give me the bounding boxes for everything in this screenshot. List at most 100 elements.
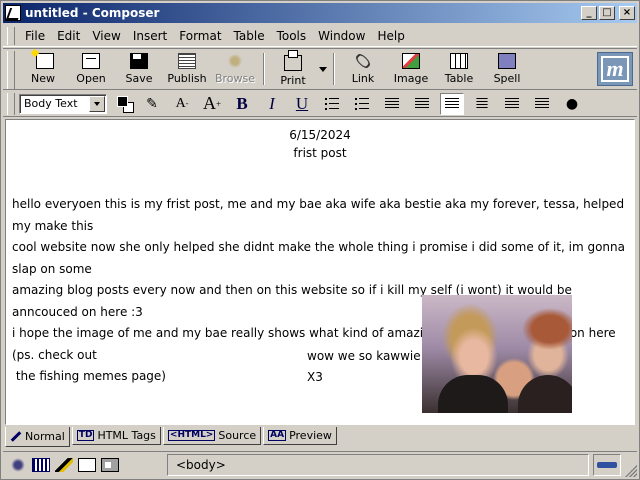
menu-help[interactable]: Help <box>371 29 410 43</box>
paragraph-style-value: Body Text <box>24 97 78 110</box>
post-title: frist post <box>293 146 347 160</box>
tab-preview[interactable]: AA Preview <box>263 427 337 445</box>
resize-grip-icon[interactable] <box>625 465 637 477</box>
text-color-picker[interactable] <box>115 94 137 114</box>
image-label: Image <box>393 72 429 85</box>
text-color-swatch <box>117 95 128 107</box>
align-right-icon <box>505 97 519 110</box>
link-label: Link <box>351 72 375 85</box>
menu-edit[interactable]: Edit <box>51 29 86 43</box>
numbered-list-button[interactable] <box>350 93 374 115</box>
window-title: untitled - Composer <box>25 6 160 20</box>
table-icon <box>450 53 468 69</box>
align-left-icon <box>445 97 459 110</box>
align-left-button[interactable] <box>440 92 464 115</box>
bullet-list-button[interactable] <box>320 93 344 115</box>
mail-icon[interactable] <box>32 458 50 472</box>
decrease-font-size-icon[interactable]: A- <box>170 93 194 115</box>
link-button[interactable]: Link <box>339 49 387 89</box>
image-button[interactable]: Image <box>387 49 435 89</box>
align-right-button[interactable] <box>500 93 524 115</box>
document-body[interactable]: 6/15/2024 frist post hello everyoen this… <box>6 120 634 424</box>
publish-label: Publish <box>167 72 207 85</box>
print-button[interactable]: Print <box>269 49 317 89</box>
menu-tools[interactable]: Tools <box>271 29 313 43</box>
indent-icon <box>415 97 429 110</box>
menu-insert[interactable]: Insert <box>127 29 173 43</box>
td-tag-icon: TD <box>76 430 95 441</box>
photo-caption: wow we so kawwie <box>307 349 421 363</box>
indent-button[interactable] <box>410 93 434 115</box>
increase-font-size-icon[interactable]: A + <box>200 93 224 115</box>
menu-bar: File Edit View Insert Format Table Tools… <box>3 25 637 47</box>
menu-file[interactable]: File <box>19 29 51 43</box>
format-toolbar: Body Text ✎ A- A + B I U ● <box>3 91 637 117</box>
tab-preview-label: Preview <box>289 429 332 442</box>
editing-area[interactable]: 6/15/2024 frist post hello everyoen this… <box>5 119 635 425</box>
browse-button[interactable]: Browse <box>211 49 259 89</box>
justify-icon <box>535 97 549 110</box>
status-bar: <body> <box>3 451 637 478</box>
spell-button[interactable]: Spell <box>483 49 531 89</box>
menubar-grip[interactable] <box>7 26 15 45</box>
new-icon <box>35 53 54 69</box>
justify-button[interactable] <box>530 93 554 115</box>
print-label: Print <box>280 74 306 87</box>
italic-button[interactable]: I <box>260 93 284 115</box>
publish-button[interactable]: Publish <box>163 49 211 89</box>
open-icon <box>82 53 100 69</box>
tab-normal-label: Normal <box>25 430 65 443</box>
minimize-button[interactable]: _ <box>581 6 597 20</box>
print-icon <box>284 50 302 71</box>
menu-view[interactable]: View <box>86 29 126 43</box>
address-book-icon[interactable] <box>78 458 96 472</box>
highlight-pen-icon[interactable]: ✎ <box>140 93 164 115</box>
print-dropdown-arrow-icon[interactable] <box>317 49 329 89</box>
post-date: 6/15/2024 <box>289 128 351 142</box>
online-status-icon[interactable] <box>593 454 621 476</box>
new-label: New <box>31 72 55 85</box>
open-label: Open <box>76 72 106 85</box>
menu-window[interactable]: Window <box>312 29 371 43</box>
netscape-logo-icon[interactable]: m <box>597 52 633 86</box>
underline-button[interactable]: U <box>290 93 314 115</box>
image-icon <box>402 53 420 69</box>
close-button[interactable]: × <box>619 6 635 20</box>
menu-format[interactable]: Format <box>173 29 227 43</box>
menu-table[interactable]: Table <box>228 29 271 43</box>
open-button[interactable]: Open <box>67 49 115 89</box>
align-center-button[interactable] <box>470 93 494 115</box>
link-icon <box>354 52 372 70</box>
toolbar-grip[interactable] <box>7 51 15 89</box>
chevron-down-icon[interactable] <box>89 95 105 112</box>
browse-label: Browse <box>214 72 256 85</box>
preview-icon: AA <box>268 430 287 441</box>
paragraph-style-select[interactable]: Body Text <box>19 93 107 114</box>
save-button[interactable]: Save <box>115 49 163 89</box>
outdent-button[interactable] <box>380 93 404 115</box>
tab-html-tags[interactable]: TD HTML Tags <box>71 427 161 445</box>
title-bar[interactable]: untitled - Composer _ □ × <box>3 3 637 23</box>
tag-path-status: <body> <box>167 454 589 476</box>
composer-icon[interactable] <box>55 458 73 472</box>
bullet-list-icon <box>325 97 339 110</box>
align-center-icon <box>476 97 488 110</box>
spell-label: Spell <box>493 72 521 85</box>
pencil-icon <box>10 431 22 442</box>
selfie-photo[interactable] <box>422 295 572 413</box>
composer-app-icon[interactable] <box>5 5 21 21</box>
edit-mode-tabs: Normal TD HTML Tags <HTML> Source AA Pre… <box>5 427 635 447</box>
photo-caption-emoticon: X3 <box>307 370 323 384</box>
navigator-icon[interactable] <box>9 458 27 472</box>
table-button[interactable]: Table <box>435 49 483 89</box>
tab-normal[interactable]: Normal <box>5 427 70 447</box>
bold-button[interactable]: B <box>230 93 254 115</box>
maximize-button[interactable]: □ <box>599 6 615 20</box>
composer-window: untitled - Composer _ □ × File Edit View… <box>0 0 640 480</box>
chat-icon[interactable] <box>101 458 119 472</box>
tab-source[interactable]: <HTML> Source <box>162 427 262 445</box>
new-button[interactable]: New <box>19 49 67 89</box>
composition-toolbar: New Open Save Publish Browse Print Link <box>3 48 637 90</box>
format-toolbar-grip[interactable] <box>7 92 15 115</box>
more-format-icon[interactable]: ● <box>560 93 584 115</box>
